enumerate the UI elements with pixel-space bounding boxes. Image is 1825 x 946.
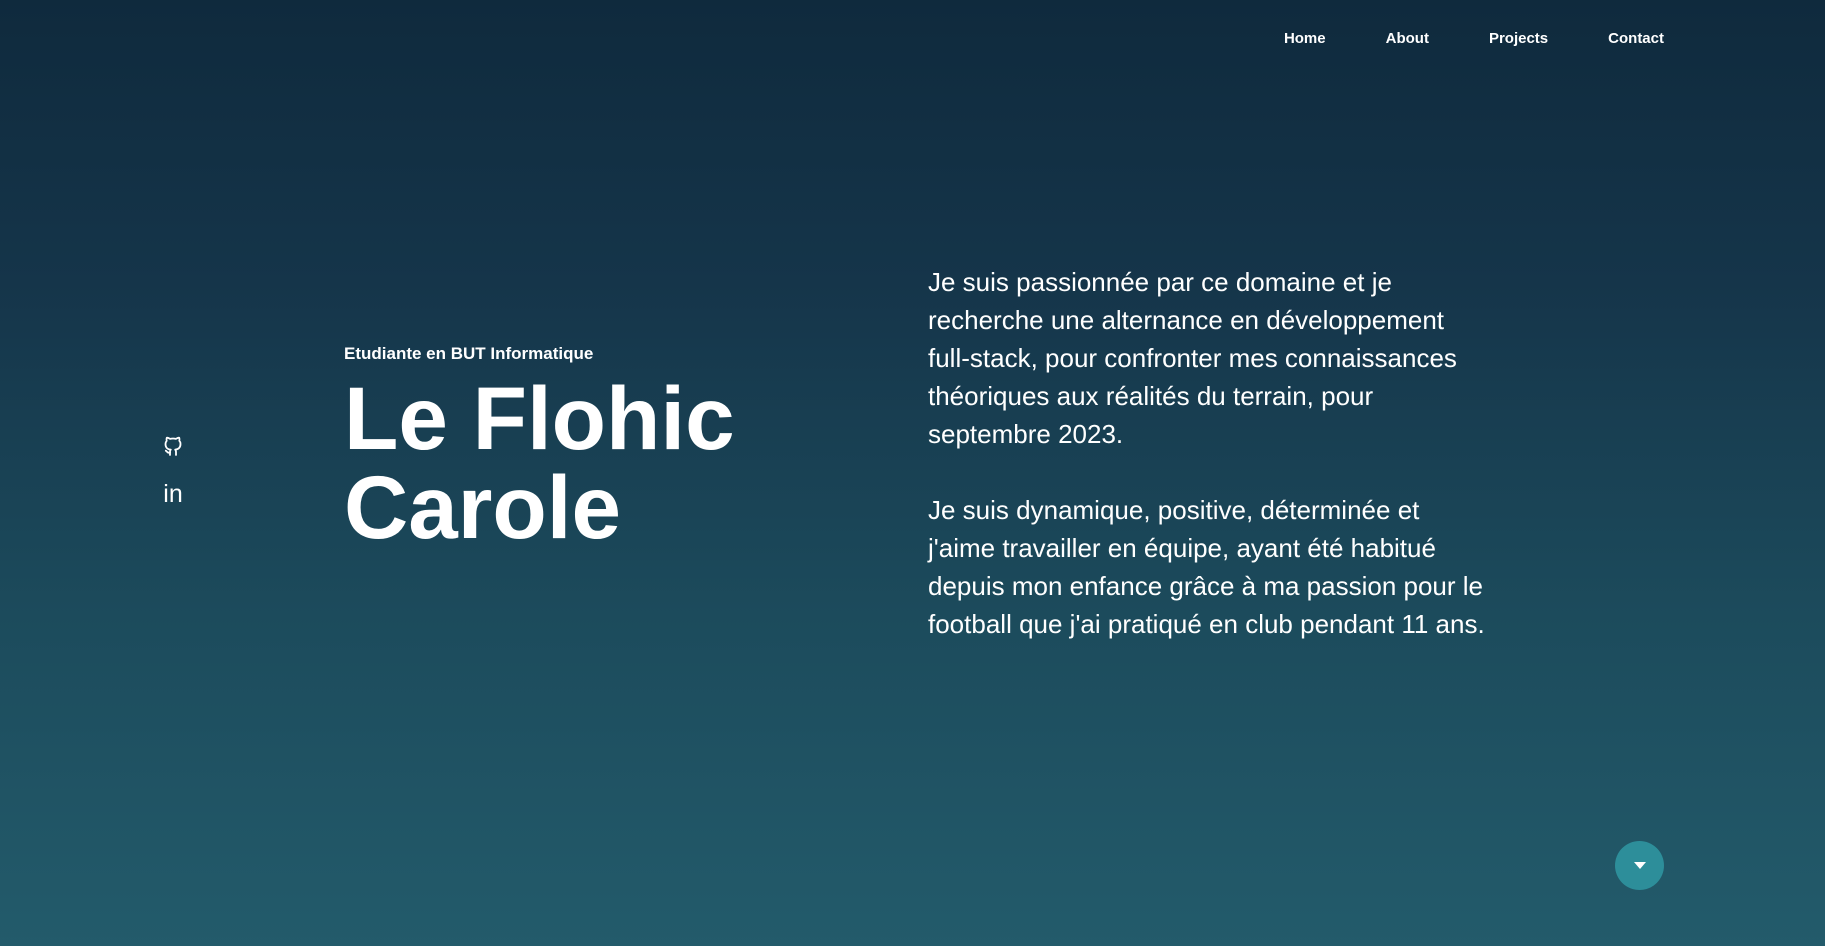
github-icon[interactable] bbox=[160, 433, 186, 459]
nav-about-link[interactable]: About bbox=[1386, 30, 1429, 47]
linkedin-icon[interactable]: in bbox=[160, 481, 186, 507]
nav-projects-link[interactable]: Projects bbox=[1489, 30, 1548, 47]
nav-home-link[interactable]: Home bbox=[1284, 30, 1326, 47]
about-paragraph-1: Je suis passionnée par ce domaine et je … bbox=[928, 267, 1457, 449]
hero-name-line1: Le Flohic bbox=[344, 368, 735, 468]
caret-down-icon bbox=[1633, 862, 1646, 869]
main-nav: Home About Projects Contact bbox=[1224, 30, 1664, 47]
about-paragraph-2: Je suis dynamique, positive, déterminée … bbox=[928, 495, 1485, 639]
hero-name-line2: Carole bbox=[344, 457, 621, 557]
social-links: in bbox=[160, 433, 186, 507]
hero-subtitle: Etudiante en BUT Informatique bbox=[344, 344, 594, 363]
nav-contact-link[interactable]: Contact bbox=[1608, 30, 1664, 47]
hero-name: Le Flohic Carole bbox=[344, 374, 735, 552]
about-text: Je suis passionnée par ce domaine et je … bbox=[928, 263, 1488, 681]
hero-section: Etudiante en BUT Informatique Le Flohic … bbox=[344, 344, 735, 552]
scroll-down-button[interactable] bbox=[1615, 841, 1664, 890]
